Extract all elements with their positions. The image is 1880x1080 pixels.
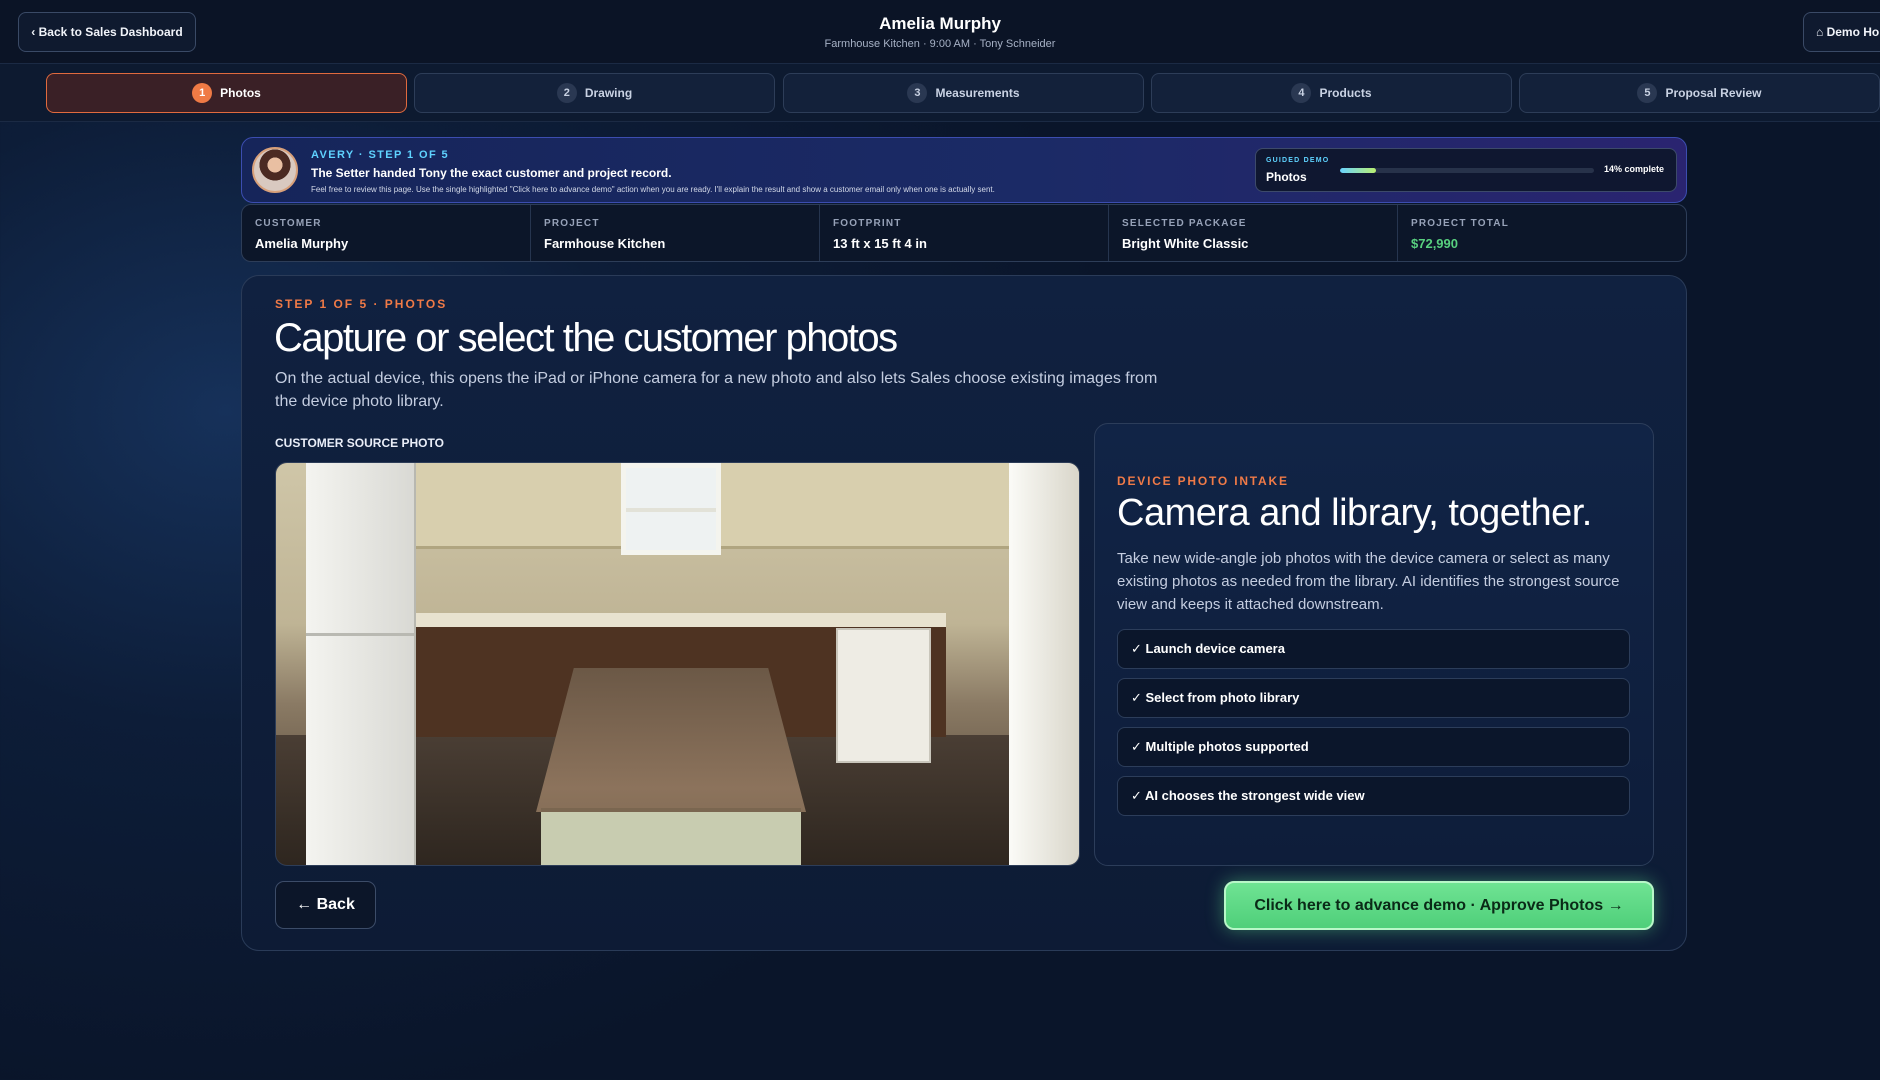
info-selected-package: SELECTED PACKAGE Bright White Classic [1109,205,1398,261]
tab-label: Photos [220,86,261,100]
tab-number-badge: 1 [192,83,213,103]
progress-bar [1340,168,1594,173]
progress-step: Photos [1266,170,1307,184]
guide-note: Feel free to review this page. Use the s… [311,185,995,194]
feature-launch-camera: ✓ Launch device camera [1117,629,1630,669]
avatar [252,147,298,193]
tab-label: Measurements [935,86,1020,100]
info-project-total: PROJECT TOTAL $72,990 [1398,205,1686,261]
info-value: Bright White Classic [1122,236,1249,251]
feature-ai-wide-view: ✓ AI chooses the strongest wide view [1117,776,1630,816]
customer-source-photo[interactable] [275,462,1080,866]
feature-multiple-photos: ✓ Multiple photos supported [1117,727,1630,767]
tab-number-badge: 5 [1637,83,1658,103]
info-footprint: FOOTPRINT 13 ft x 15 ft 4 in [820,205,1109,261]
guide-kicker: AVERY · STEP 1 OF 5 [311,149,450,161]
tab-number-badge: 2 [556,83,577,103]
tab-products[interactable]: 4 Products [1151,73,1512,113]
info-project: PROJECT Farmhouse Kitchen [531,205,820,261]
info-value: Farmhouse Kitchen [544,236,666,251]
top-header: ‹ Back to Sales Dashboard Amelia Murphy … [0,0,1880,64]
tab-label: Products [1319,86,1372,100]
demo-home-button[interactable]: ⌂ Demo Home [1803,12,1880,52]
customer-name-title: Amelia Murphy [879,14,1001,33]
demo-progress-card: GUIDED DEMO Photos 14% complete [1255,148,1677,192]
back-button[interactable]: ← Back [275,881,376,929]
device-photo-intake-card: DEVICE PHOTO INTAKE Camera and library, … [1094,423,1654,866]
progress-percent: 14% complete [1604,164,1665,174]
tab-measurements[interactable]: 3 Measurements [783,73,1144,113]
advance-demo-button[interactable]: Click here to advance demo · Approve Pho… [1224,881,1654,930]
guide-banner: AVERY · STEP 1 OF 5 The Setter handed To… [241,137,1687,203]
info-label: SELECTED PACKAGE [1122,218,1247,229]
info-label: PROJECT [544,218,600,229]
info-value: 13 ft x 15 ft 4 in [833,236,927,251]
progress-bar-fill [1340,168,1376,173]
info-label: CUSTOMER [255,218,322,229]
tab-drawing[interactable]: 2 Drawing [414,73,775,113]
guide-title: The Setter handed Tony the exact custome… [311,166,672,180]
header-subtitle: Farmhouse Kitchen · 9:00 AM · Tony Schne… [824,38,1056,50]
tab-number-badge: 3 [907,83,928,103]
tab-proposal-review[interactable]: 5 Proposal Review [1519,73,1880,113]
page-title: Capture or select the customer photos [274,316,898,360]
tab-label: Proposal Review [1665,86,1762,100]
progress-label: GUIDED DEMO [1266,157,1330,164]
tab-photos[interactable]: 1 Photos [46,73,407,113]
info-value: Amelia Murphy [255,236,349,251]
header-title-block: Amelia Murphy Farmhouse Kitchen · 9:00 A… [0,14,1880,50]
info-customer: CUSTOMER Amelia Murphy [242,205,531,261]
tab-number-badge: 4 [1291,83,1312,103]
photos-step-card: STEP 1 OF 5 · PHOTOS Capture or select t… [241,275,1687,951]
source-photo-label: CUSTOMER SOURCE PHOTO [275,436,444,450]
project-info-strip: CUSTOMER Amelia Murphy PROJECT Farmhouse… [241,204,1687,262]
info-label: PROJECT TOTAL [1411,218,1510,229]
step-kicker: STEP 1 OF 5 · PHOTOS [275,297,448,311]
project-total-value: $72,990 [1411,236,1458,251]
device-kicker: DEVICE PHOTO INTAKE [1117,474,1289,488]
device-description: Take new wide-angle job photos with the … [1117,550,1620,613]
step-tabs: 1 Photos 2 Drawing 3 Measurements 4 Prod… [0,64,1880,122]
feature-photo-library: ✓ Select from photo library [1117,678,1630,718]
tab-label: Drawing [584,86,633,100]
page-description: On the actual device, this opens the iPa… [275,370,1158,410]
info-label: FOOTPRINT [833,218,902,229]
device-title: Camera and library, together. [1117,492,1592,534]
